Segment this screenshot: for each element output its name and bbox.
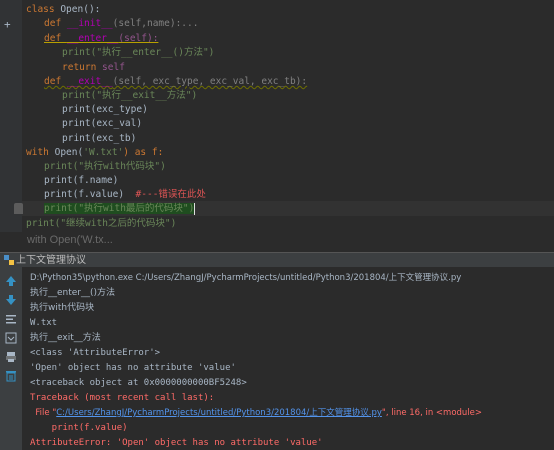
code-line-11: with Open('W.txt') as f: (26, 147, 164, 158)
console-line: 执行__exit__方法 (30, 333, 101, 343)
traceback-header: Traceback (most recent call last): (30, 393, 215, 403)
scroll-up-icon[interactable] (5, 275, 17, 287)
python-run-icon (4, 255, 14, 265)
code-line-15[interactable]: print("执行with最后的代码块") (44, 201, 196, 216)
code-line-10: print(exc_tb) (62, 133, 137, 144)
text-caret (194, 202, 196, 215)
run-console-output[interactable]: D:\Python35\python.exe C:/Users/ZhangJ/P… (22, 267, 554, 450)
console-line: W.txt (30, 318, 58, 328)
code-line-13: print(f.name) (44, 175, 119, 186)
run-tab-title[interactable]: 上下文管理协议 (16, 253, 86, 268)
scroll-to-end-icon[interactable] (5, 332, 17, 344)
code-editor[interactable]: + class Open(): def __init__(self,name):… (0, 0, 554, 232)
error-message: AttributeError: 'Open' object has no att… (30, 438, 323, 448)
code-line-1: class Open(): (26, 4, 101, 15)
scroll-down-icon[interactable] (5, 294, 17, 306)
bookmark-icon (14, 203, 23, 214)
run-panel-header: 上下文管理协议 (0, 252, 554, 267)
console-command-line: D:\Python35\python.exe C:/Users/ZhangJ/P… (30, 273, 462, 283)
clear-all-icon[interactable] (5, 370, 17, 382)
traceback-file-link[interactable]: C:/Users/ZhangJ/PycharmProjects/untitled… (56, 408, 382, 418)
code-line-9: print(exc_val) (62, 118, 143, 129)
traceback-code-line: print(f.value) (30, 423, 128, 433)
run-toolbar (0, 267, 22, 450)
code-line-16: print("继续with之后的代码块") (26, 218, 177, 229)
console-line: 'Open' object has no attribute 'value' (30, 363, 236, 373)
code-line-5: return self (62, 62, 125, 73)
code-line-7: print("执行__exit__方法") (62, 90, 198, 101)
code-line-8: print(exc_type) (62, 104, 148, 115)
code-line-14: print(f.value) #---错误在此处 (44, 189, 206, 200)
console-line: 执行with代码块 (30, 303, 95, 313)
console-line: <traceback object at 0x0000000000BF5248> (30, 378, 247, 388)
code-line-4: print("执行__enter__()方法") (62, 47, 215, 58)
code-line-3: def __enter__(self): (44, 33, 159, 44)
editor-gutter (0, 0, 22, 232)
console-line: <class 'AttributeError'> (30, 348, 161, 358)
code-line-12: print("执行with代码块") (44, 161, 166, 172)
console-line: 执行__enter__()方法 (30, 288, 116, 298)
print-icon[interactable] (5, 351, 17, 363)
breadcrumb[interactable]: with Open('W.tx... (27, 234, 113, 246)
code-line-2: def __init__(self,name):... (44, 18, 199, 29)
code-line-6: def __exit__(self, exc_type, exc_val, ex… (44, 76, 308, 87)
fold-expand-icon[interactable]: + (4, 18, 11, 31)
traceback-file-line: File "C:/Users/ZhangJ/PycharmProjects/un… (30, 408, 483, 418)
soft-wrap-icon[interactable] (5, 313, 17, 325)
